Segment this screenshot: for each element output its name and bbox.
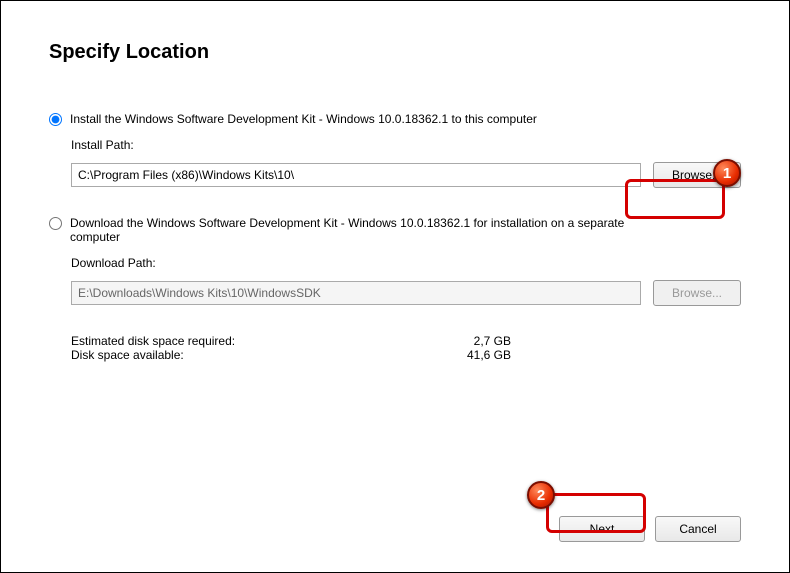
download-path-label: Download Path: bbox=[71, 256, 741, 270]
disk-info: Estimated disk space required: 2,7 GB Di… bbox=[71, 334, 741, 362]
disk-required-value: 2,7 GB bbox=[411, 334, 511, 348]
next-button[interactable]: Next bbox=[559, 516, 645, 542]
cancel-button[interactable]: Cancel bbox=[655, 516, 741, 542]
radio-download-label: Download the Windows Software Developmen… bbox=[70, 216, 670, 244]
disk-available-label: Disk space available: bbox=[71, 348, 411, 362]
install-path-label: Install Path: bbox=[71, 138, 741, 152]
radio-install-label: Install the Windows Software Development… bbox=[70, 112, 537, 126]
disk-required-label: Estimated disk space required: bbox=[71, 334, 411, 348]
disk-available-value: 41,6 GB bbox=[411, 348, 511, 362]
marker-2: 2 bbox=[527, 481, 555, 509]
download-path-input bbox=[71, 281, 641, 305]
page-title: Specify Location bbox=[49, 41, 741, 64]
radio-install[interactable] bbox=[49, 113, 62, 126]
radio-download[interactable] bbox=[49, 217, 62, 230]
install-path-input[interactable] bbox=[71, 163, 641, 187]
option-install[interactable]: Install the Windows Software Development… bbox=[49, 112, 741, 126]
download-browse-button: Browse... bbox=[653, 280, 741, 306]
option-download[interactable]: Download the Windows Software Developmen… bbox=[49, 216, 741, 244]
install-browse-button[interactable]: Browse... bbox=[653, 162, 741, 188]
